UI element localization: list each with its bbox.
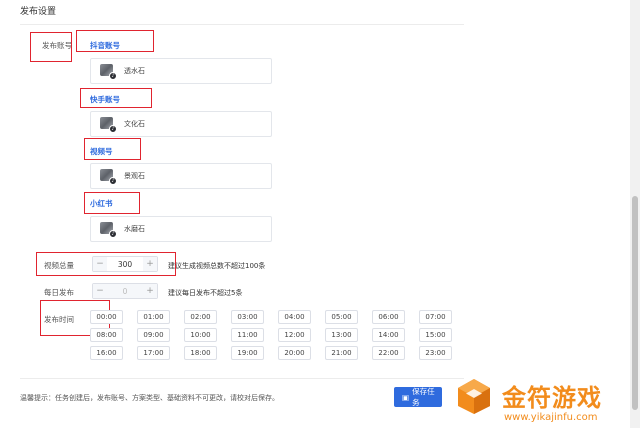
account-card-xiaohongshu[interactable]: ♪ 水磨石 <box>90 216 272 242</box>
video-total-label: 视频总量 <box>44 261 74 270</box>
platform-badge-icon: ♪ <box>109 230 117 238</box>
increment-button[interactable]: + <box>143 257 157 271</box>
account-name: 景观石 <box>124 172 145 180</box>
account-name: 文化石 <box>124 120 145 128</box>
daily-publish-value[interactable]: 0 <box>107 287 143 296</box>
footer-divider <box>20 378 464 379</box>
account-name: 透水石 <box>124 67 145 75</box>
decrement-button[interactable]: − <box>93 257 107 271</box>
watermark-text: 金符游戏 <box>502 384 602 412</box>
time-chip[interactable]: 17:00 <box>137 346 170 360</box>
daily-publish-stepper[interactable]: − 0 + <box>92 283 158 299</box>
account-card-shipinhao[interactable]: ♪ 景观石 <box>90 163 272 189</box>
time-chip[interactable]: 09:00 <box>137 328 170 342</box>
video-total-stepper[interactable]: − 300 + <box>92 256 158 272</box>
time-chip[interactable]: 08:00 <box>90 328 123 342</box>
platform-label-douyin: 抖音账号 <box>90 41 120 50</box>
avatar: ♪ <box>100 169 117 185</box>
account-name: 水磨石 <box>124 225 145 233</box>
avatar: ♪ <box>100 222 117 238</box>
watermark-url: www.yikajinfu.com <box>504 412 598 423</box>
time-chip[interactable]: 07:00 <box>419 310 452 324</box>
time-chip[interactable]: 03:00 <box>231 310 264 324</box>
time-chip[interactable]: 13:00 <box>325 328 358 342</box>
daily-publish-label: 每日发布 <box>44 288 74 297</box>
title-divider <box>20 24 464 25</box>
save-button[interactable]: ▣ 保存任务 <box>394 387 442 407</box>
avatar: ♪ <box>100 117 117 133</box>
save-button-label: 保存任务 <box>412 387 435 407</box>
platform-label-shipinhao: 视频号 <box>90 147 113 156</box>
time-chip[interactable]: 19:00 <box>231 346 264 360</box>
time-chip[interactable]: 12:00 <box>278 328 311 342</box>
increment-button[interactable]: + <box>143 284 157 298</box>
time-chip[interactable]: 22:00 <box>372 346 405 360</box>
footer-tip: 温馨提示：任务创建后，发布账号、方案类型、基础资料不可更改，请校对后保存。 <box>20 394 279 402</box>
time-chip[interactable]: 06:00 <box>372 310 405 324</box>
daily-publish-hint: 建议每日发布不超过5条 <box>168 289 243 297</box>
time-chip[interactable]: 14:00 <box>372 328 405 342</box>
time-chip[interactable]: 11:00 <box>231 328 264 342</box>
time-chip[interactable]: 18:00 <box>184 346 217 360</box>
time-chip[interactable]: 10:00 <box>184 328 217 342</box>
platform-badge-icon: ♪ <box>109 125 117 133</box>
time-chip[interactable]: 05:00 <box>325 310 358 324</box>
account-card-douyin[interactable]: ♪ 透水石 <box>90 58 272 84</box>
time-chip[interactable]: 23:00 <box>419 346 452 360</box>
page-title: 发布设置 <box>20 7 57 17</box>
time-chip[interactable]: 02:00 <box>184 310 217 324</box>
publish-time-label: 发布时间 <box>44 315 74 324</box>
time-chip[interactable]: 01:00 <box>137 310 170 324</box>
platform-label-xiaohongshu: 小红书 <box>90 199 113 208</box>
time-chip[interactable]: 20:00 <box>278 346 311 360</box>
cube-logo-icon <box>458 379 490 414</box>
time-chip[interactable]: 04:00 <box>278 310 311 324</box>
watermark: 金符游戏 www.yikajinfu.com <box>440 368 640 428</box>
time-grid: 00:00 01:00 02:00 03:00 04:00 05:00 06:0… <box>90 310 452 360</box>
platform-label-kuaishou: 快手账号 <box>90 95 120 104</box>
save-icon: ▣ <box>402 392 410 402</box>
account-card-kuaishou[interactable]: ♪ 文化石 <box>90 111 272 137</box>
time-chip[interactable]: 15:00 <box>419 328 452 342</box>
publish-account-label: 发布账号 <box>42 41 72 50</box>
time-chip[interactable]: 16:00 <box>90 346 123 360</box>
avatar: ♪ <box>100 64 117 80</box>
decrement-button[interactable]: − <box>93 284 107 298</box>
time-chip[interactable]: 00:00 <box>90 310 123 324</box>
platform-badge-icon: ♪ <box>109 177 117 185</box>
time-chip[interactable]: 21:00 <box>325 346 358 360</box>
video-total-value[interactable]: 300 <box>107 260 143 269</box>
platform-badge-icon: ♪ <box>109 72 117 80</box>
video-total-hint: 建议生成视频总数不超过100条 <box>168 262 266 270</box>
